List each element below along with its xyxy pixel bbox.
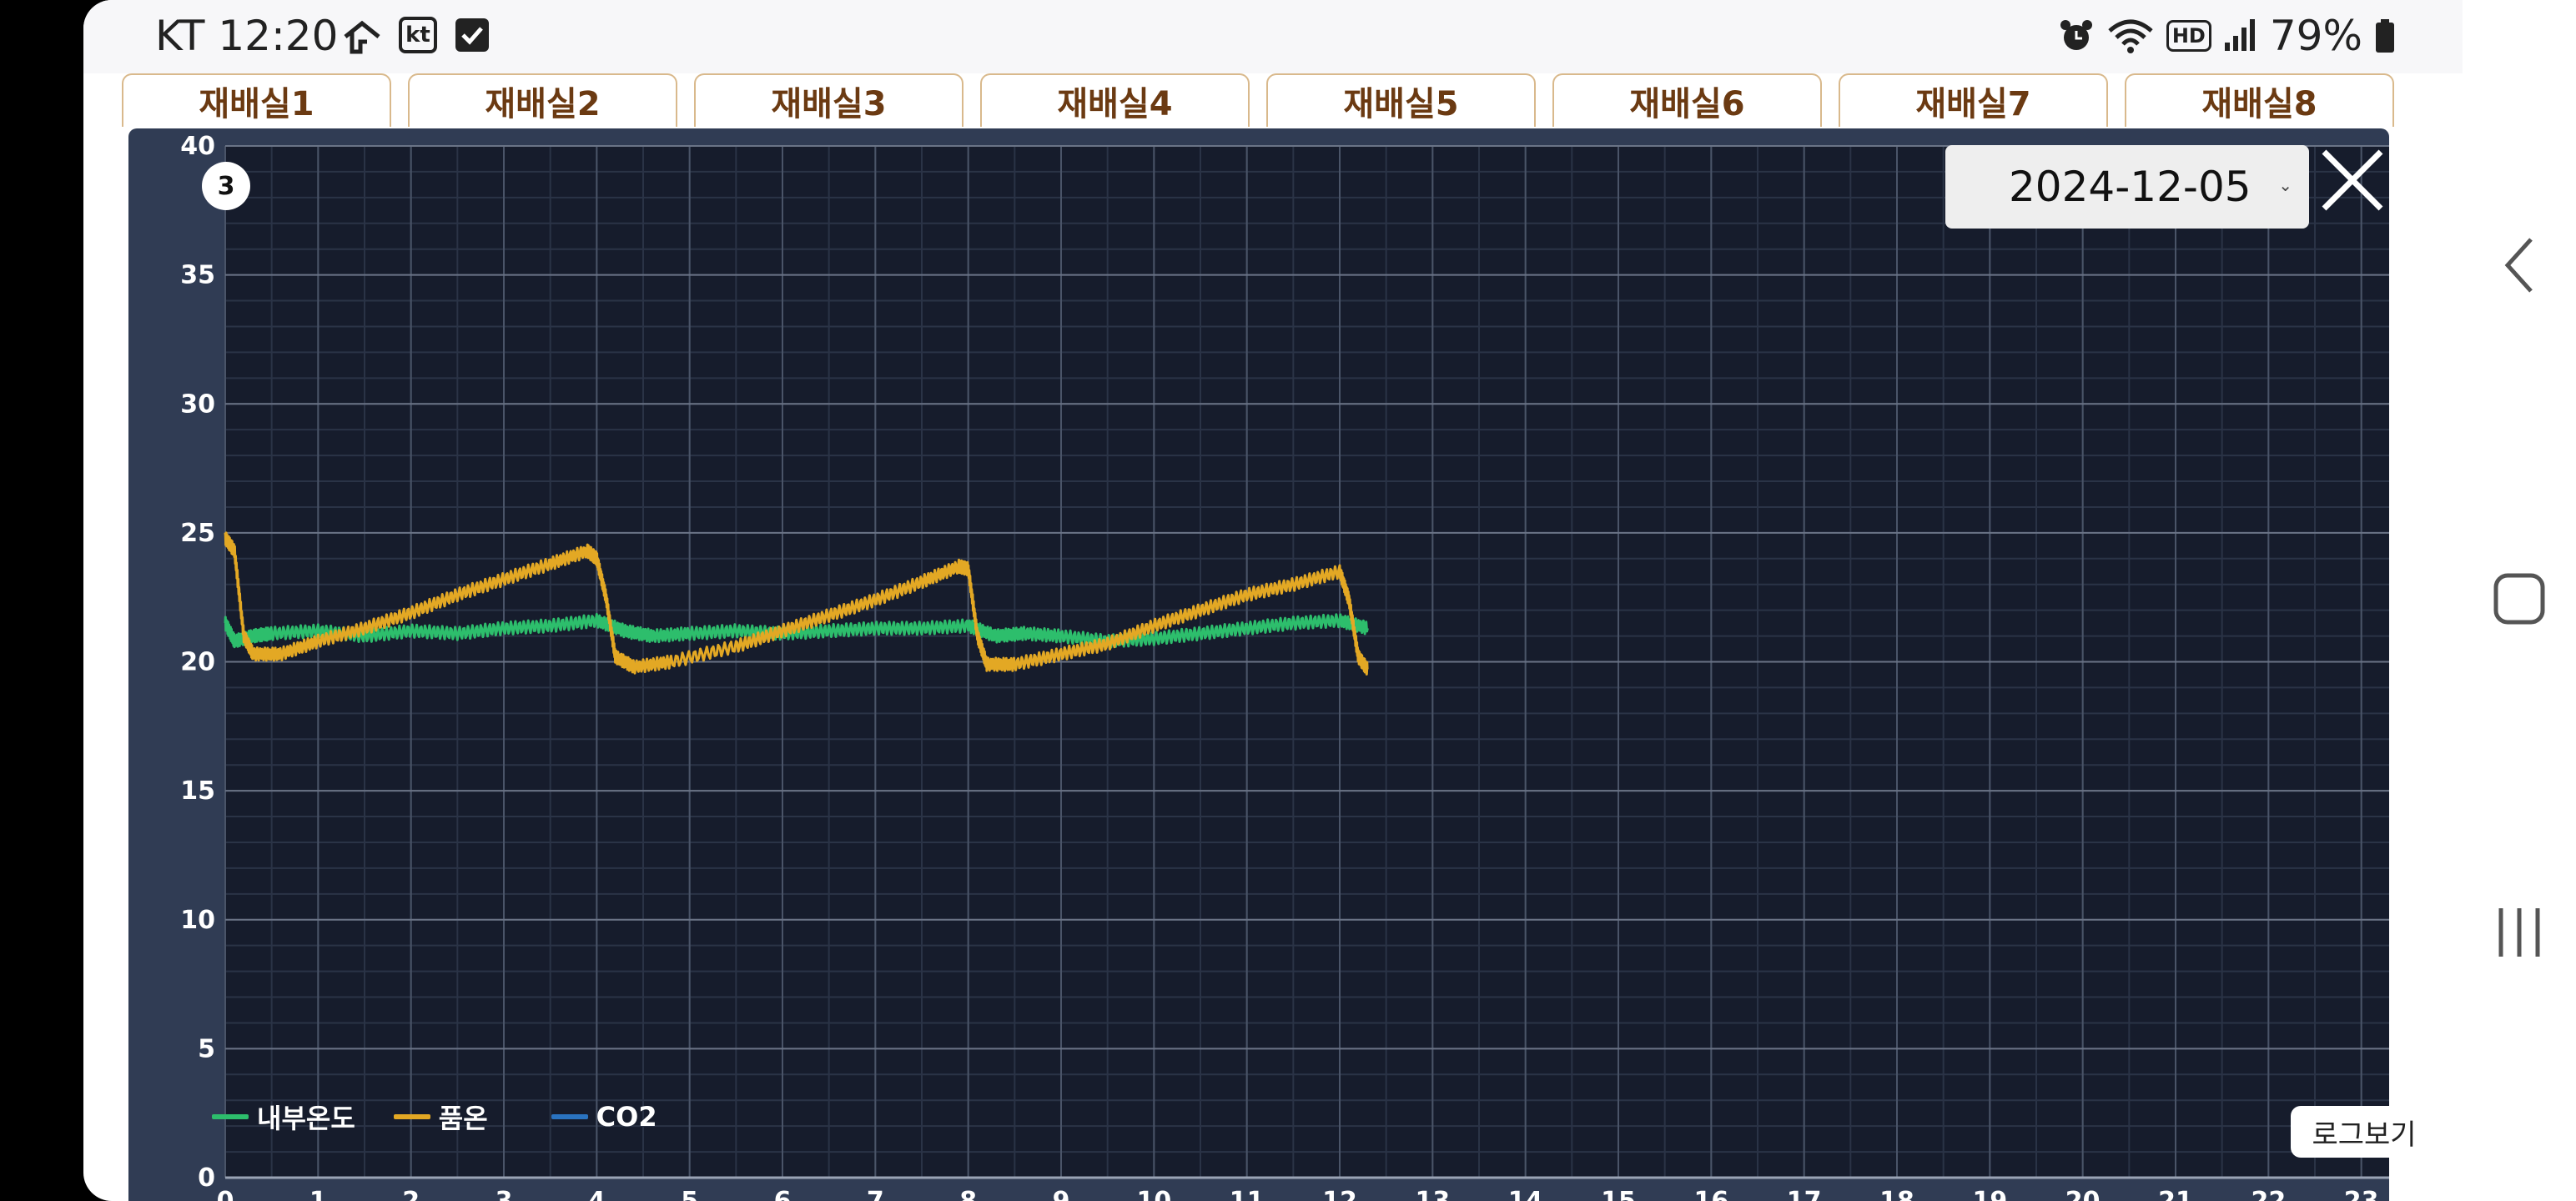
tab-room-4[interactable]: 재배실4 xyxy=(980,73,1250,127)
tab-room-6[interactable]: 재배실6 xyxy=(1552,73,1822,127)
y-tick-label: 20 xyxy=(180,648,215,677)
back-icon xyxy=(2504,238,2533,293)
status-icons: HD 79% xyxy=(2058,12,2396,60)
x-tick-label: 22 xyxy=(2251,1187,2286,1201)
x-tick-label: 3 xyxy=(496,1187,513,1201)
x-tick-label: 7 xyxy=(867,1187,884,1201)
temperature-chart: 0123456789101112131415161718192021222324… xyxy=(180,132,2389,1201)
legend-label: CO2 xyxy=(596,1101,657,1133)
view-log-button[interactable]: 로그보기 xyxy=(2291,1106,2438,1158)
tab-room-8[interactable]: 재배실8 xyxy=(2125,73,2394,127)
x-tick-label: 4 xyxy=(588,1187,606,1201)
x-tick-label: 1 xyxy=(309,1187,327,1201)
room-number-badge: 3 xyxy=(202,162,250,210)
app-screen: KT 12:20 kt HD 79% 재배실1 재배실2 재배실3 재배실4 재… xyxy=(83,0,2463,1201)
signal-icon xyxy=(2224,19,2255,51)
legend-label: 품온 xyxy=(438,1103,488,1134)
y-tick-label: 25 xyxy=(180,519,215,548)
hd-icon: HD xyxy=(2166,20,2211,52)
x-tick-label: 15 xyxy=(1601,1187,1636,1201)
wifi-icon xyxy=(2108,19,2153,53)
system-navigation-bar xyxy=(2463,0,2576,1201)
legend-item-inner-temp: 내부온도 xyxy=(212,1098,355,1136)
tab-room-5[interactable]: 재배실5 xyxy=(1266,73,1536,127)
y-tick-label: 10 xyxy=(180,906,215,935)
legend-item-product-temp: 품온 xyxy=(393,1098,488,1136)
chart-legend: 내부온도 품온 CO2 xyxy=(212,1098,696,1136)
recents-icon xyxy=(2498,908,2540,957)
x-tick-label: 6 xyxy=(774,1187,792,1201)
back-button[interactable] xyxy=(2488,234,2551,297)
carrier-time: KT 12:20 xyxy=(155,12,339,60)
y-tick-label: 15 xyxy=(180,776,215,806)
x-tick-label: 20 xyxy=(2065,1187,2101,1201)
y-tick-label: 5 xyxy=(198,1034,215,1063)
x-tick-label: 18 xyxy=(1879,1187,1914,1201)
home-network-icon xyxy=(344,20,380,54)
x-tick-label: 16 xyxy=(1693,1187,1728,1201)
legend-swatch xyxy=(212,1114,249,1119)
home-icon xyxy=(2493,573,2545,625)
room-tabs: 재배실1 재배실2 재배실3 재배실4 재배실5 재배실6 재배실7 재배실8 xyxy=(122,73,2394,127)
chart-panel: 0123456789101112131415161718192021222324… xyxy=(128,128,2438,1201)
y-tick-label: 0 xyxy=(198,1163,215,1193)
x-tick-label: 9 xyxy=(1053,1187,1070,1201)
tab-room-2[interactable]: 재배실2 xyxy=(408,73,677,127)
y-tick-label: 40 xyxy=(180,132,215,161)
legend-swatch xyxy=(551,1114,588,1119)
x-tick-label: 14 xyxy=(1508,1187,1543,1201)
x-tick-label: 10 xyxy=(1136,1187,1171,1201)
alarm-icon xyxy=(2060,20,2092,50)
x-tick-label: 21 xyxy=(2158,1187,2193,1201)
status-bar: KT 12:20 kt HD 79% xyxy=(83,0,2463,73)
x-tick-label: 2 xyxy=(402,1187,420,1201)
date-value: 2024-12-05 xyxy=(2009,163,2251,211)
tab-room-1[interactable]: 재배실1 xyxy=(122,73,391,127)
battery-icon xyxy=(2376,19,2394,53)
battery-percent: 79% xyxy=(2269,12,2362,60)
kt-icon: kt xyxy=(399,17,437,53)
legend-label: 내부온도 xyxy=(257,1103,355,1134)
x-tick-label: 12 xyxy=(1322,1187,1357,1201)
y-tick-label: 35 xyxy=(180,261,215,290)
x-tick-label: 19 xyxy=(1972,1187,2007,1201)
chevron-down-icon: ⌄ xyxy=(2278,175,2292,195)
x-tick-label: 8 xyxy=(959,1187,977,1201)
legend-swatch xyxy=(393,1114,430,1119)
home-button[interactable] xyxy=(2488,567,2551,631)
tab-room-7[interactable]: 재배실7 xyxy=(1839,73,2108,127)
check-icon xyxy=(455,18,489,52)
x-tick-label: 5 xyxy=(681,1187,698,1201)
tab-room-3[interactable]: 재배실3 xyxy=(694,73,963,127)
close-icon[interactable] xyxy=(2319,147,2386,214)
x-tick-label: 11 xyxy=(1230,1187,1265,1201)
x-tick-label: 13 xyxy=(1415,1187,1450,1201)
y-tick-label: 30 xyxy=(180,389,215,419)
x-tick-label: 17 xyxy=(1787,1187,1822,1201)
date-select[interactable]: 2024-12-05 ⌄ xyxy=(1945,145,2309,229)
recents-button[interactable] xyxy=(2488,901,2551,964)
x-tick-label: 23 xyxy=(2344,1187,2379,1201)
x-tick-label: 0 xyxy=(217,1187,234,1201)
legend-item-co2: CO2 xyxy=(551,1101,657,1133)
